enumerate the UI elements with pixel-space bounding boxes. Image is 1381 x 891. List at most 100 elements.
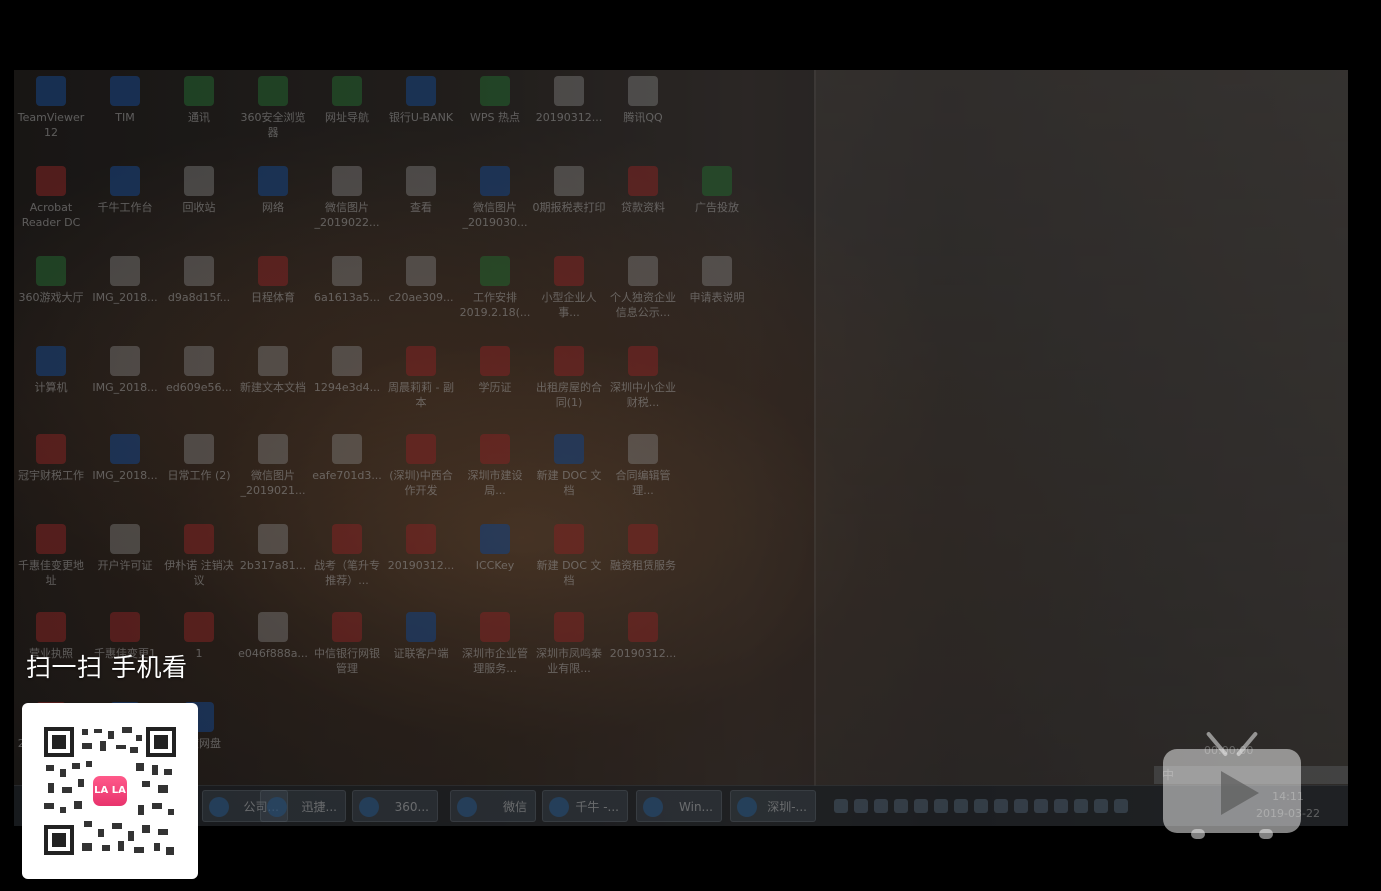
desktop-icon-label: 小型企业人事... (541, 291, 597, 319)
file-icon (406, 346, 436, 376)
file-icon (258, 524, 288, 554)
desktop-icon: 个人独资企业信息公示... (606, 256, 680, 320)
desktop-icon-label: eafe701d3... (312, 469, 382, 482)
desktop-icon-label: 出租房屋的合同(1) (536, 381, 602, 409)
desktop-icon: 学历证 (458, 346, 532, 395)
desktop-icon-label: 新建 DOC 文档 (536, 469, 602, 497)
desktop-icon: TeamViewer 12 (14, 76, 88, 140)
file-icon (110, 166, 140, 196)
desktop-icon: IMG_2018... (88, 256, 162, 305)
file-icon (36, 612, 66, 642)
desktop-icon: d9a8d15f... (162, 256, 236, 305)
video-player[interactable]: TeamViewer 12 TIM 通讯 360安全浏览器 网址导航 银行U-BANK WP… (14, 70, 1348, 826)
desktop-icon: Acrobat Reader DC (14, 166, 88, 230)
tray-icon (914, 799, 928, 813)
desktop-icon-label: 20190312... (535, 111, 603, 124)
file-icon (110, 612, 140, 642)
desktop-icon-label: 微信图片_2019021... (240, 469, 306, 497)
file-icon (184, 256, 214, 286)
scan-prompt: 扫一扫 手机看 (26, 653, 188, 682)
file-icon (628, 612, 658, 642)
file-icon (628, 76, 658, 106)
file-icon (628, 166, 658, 196)
desktop-icon-label: 6a1613a5... (314, 291, 380, 304)
desktop-icon-label: 1294e3d4... (313, 381, 381, 394)
desktop-icon-label: 日程体育 (251, 291, 295, 304)
desktop-icon: 0期报税表打印 (532, 166, 606, 215)
desktop-icon-label: Acrobat Reader DC (21, 201, 81, 229)
desktop-icon: 伊朴诺 注销决议 (162, 524, 236, 588)
desktop-icon-label: 合同编辑管理... (615, 469, 671, 497)
desktop-icon-label: 通讯 (188, 111, 210, 124)
desktop-icon-label: 查看 (410, 201, 432, 214)
desktop-icon: 360游戏大厅 (14, 256, 88, 305)
desktop-icon-label: 微信图片_2019022... (314, 201, 380, 229)
tray-icon (954, 799, 968, 813)
desktop-icon: 360安全浏览器 (236, 76, 310, 140)
desktop-icon: 银行U-BANK (384, 76, 458, 125)
taskbar-button-label: 千牛 -... (575, 800, 619, 814)
file-icon (628, 524, 658, 554)
desktop-icon: 微信图片_2019022... (310, 166, 384, 230)
desktop-icon-label: 广告投放 (695, 201, 739, 214)
tray-icon (1094, 799, 1108, 813)
file-icon (36, 434, 66, 464)
desktop-icon-label: 银行U-BANK (388, 111, 454, 124)
desktop-icon: 通讯 (162, 76, 236, 125)
desktop-icon: e046f888a... (236, 612, 310, 661)
qr-card: LA LA (22, 703, 198, 879)
desktop-icon-label: 战考（笔升专推荐）... (314, 559, 380, 587)
file-icon (554, 524, 584, 554)
play-on-tv-button[interactable] (1163, 727, 1301, 841)
tray-icon (1074, 799, 1088, 813)
desktop-icon-label: d9a8d15f... (167, 291, 231, 304)
desktop-icon: 计算机 (14, 346, 88, 395)
desktop-icon-label: 千惠佳变更地址 (18, 559, 84, 587)
desktop-icon: 日常工作 (2) (162, 434, 236, 483)
file-icon (184, 524, 214, 554)
file-icon (332, 166, 362, 196)
tray-icon (934, 799, 948, 813)
window-backdrop (814, 70, 1348, 786)
desktop-icon-label: 千牛工作台 (97, 201, 153, 214)
desktop-icon: 申请表说明 (680, 256, 754, 305)
desktop-icon-label: 腾讯QQ (623, 111, 663, 124)
desktop-icon: 新建 DOC 文档 (532, 434, 606, 498)
desktop-icon-label: 360安全浏览器 (240, 111, 306, 139)
desktop-icon-label: 2b317a81... (239, 559, 307, 572)
file-icon (480, 166, 510, 196)
desktop-icon-label: ed609e56... (166, 381, 232, 394)
tray-icon (1054, 799, 1068, 813)
app-icon (737, 797, 757, 817)
desktop-icon: 腾讯QQ (606, 76, 680, 125)
desktop-icon: 冠宇财税工作 (14, 434, 88, 483)
desktop-icon: 小型企业人事... (532, 256, 606, 320)
desktop-icon: 融资租赁服务 (606, 524, 680, 573)
desktop-icon: 1294e3d4... (310, 346, 384, 395)
desktop-icon: 网址导航 (310, 76, 384, 125)
desktop-icon-label: 伊朴诺 注销决议 (164, 559, 234, 587)
file-icon (332, 76, 362, 106)
desktop-icon: 微信图片_2019021... (236, 434, 310, 498)
file-icon (480, 346, 510, 376)
taskbar-button-label: 360... (394, 800, 429, 814)
app-icon (549, 797, 569, 817)
desktop-icon: 战考（笔升专推荐）... (310, 524, 384, 588)
desktop-icon-label: 中信银行网银管理 (314, 647, 380, 675)
file-icon (332, 346, 362, 376)
file-icon (36, 166, 66, 196)
app-icon (643, 797, 663, 817)
desktop-icon-label: 深圳中小企业财税... (610, 381, 676, 409)
desktop-icon: 千牛工作台 (88, 166, 162, 215)
desktop-icon-label: 贷款资料 (621, 201, 665, 214)
file-icon (258, 346, 288, 376)
desktop-icon: 20190312... (606, 612, 680, 661)
tray-icon (974, 799, 988, 813)
desktop-icon-label: 深圳市建设局... (467, 469, 523, 497)
taskbar: 公司... 迅捷... 360... 微信 千牛 -... Win... 深圳-… (14, 785, 1348, 826)
taskbar-button: 千牛 -... (542, 790, 628, 822)
desktop-icon-label: 网址导航 (325, 111, 369, 124)
desktop-icon: 贷款资料 (606, 166, 680, 215)
file-icon (110, 256, 140, 286)
desktop-icon: IMG_2018... (88, 346, 162, 395)
